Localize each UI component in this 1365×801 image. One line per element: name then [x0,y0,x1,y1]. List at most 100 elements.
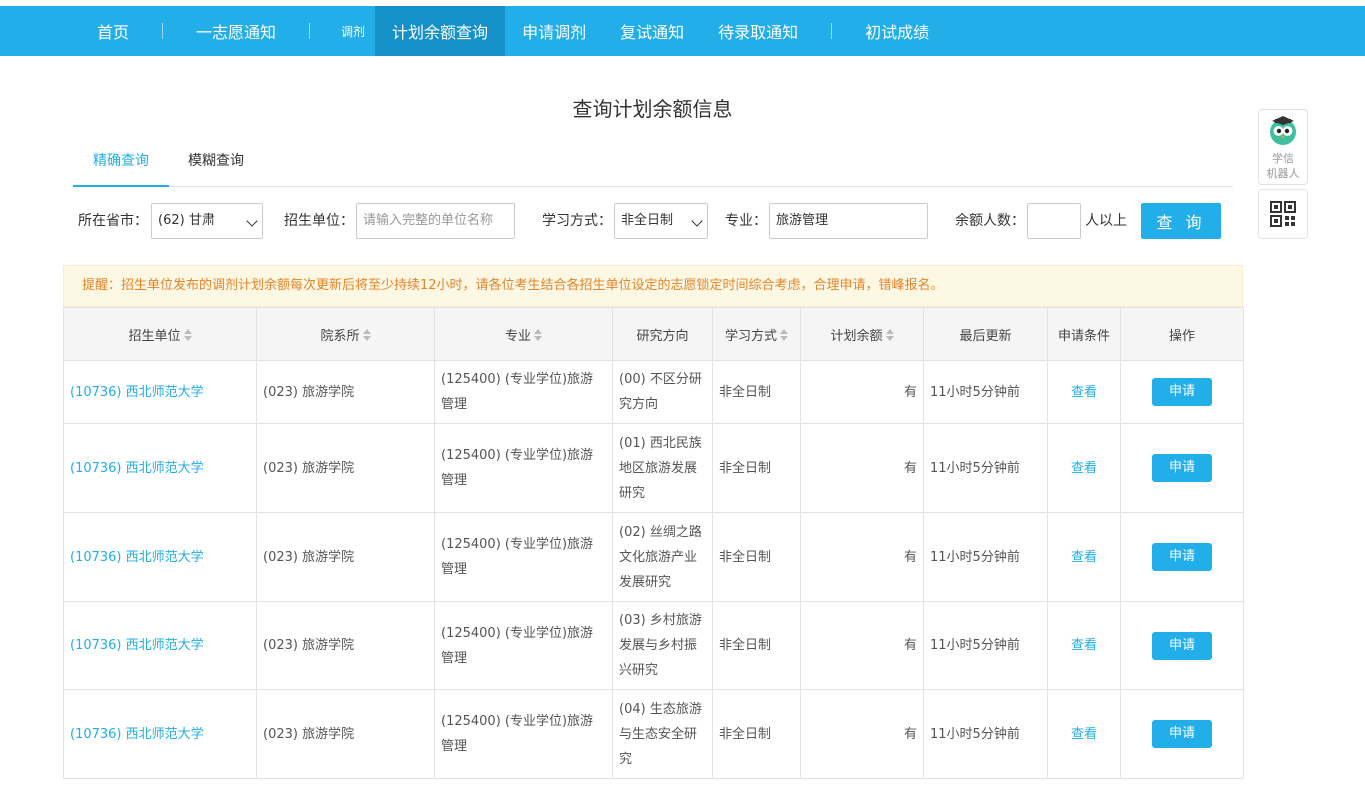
quota-cell: 有 [800,423,924,513]
header-unit-label: 招生单位 [128,328,181,344]
department-cell: (023) 旅游学院 [256,423,435,513]
unit-link[interactable]: (10736) 西北师范大学 [63,512,257,602]
updated-cell: 11小时5分钟前 [923,601,1048,690]
sort-icon[interactable] [780,328,788,341]
sort-icon[interactable] [885,328,894,341]
conditions-cell: 查看 [1047,601,1121,690]
header-quota[interactable]: 计划余额 [800,307,924,361]
view-conditions-link[interactable]: 查看 [1071,550,1097,565]
robot-owl-icon [1270,116,1296,145]
province-select-value: (62) 甘肃 [158,213,215,228]
apply-button[interactable]: 申请 [1152,631,1212,660]
nav-home[interactable]: 首页 [80,6,146,56]
unit-input[interactable]: 请输入完整的单位名称 [356,203,515,239]
department-cell: (023) 旅游学院 [256,360,435,424]
header-department[interactable]: 院系所 [256,307,435,361]
unit-link[interactable]: (10736) 西北师范大学 [63,601,257,690]
conditions-cell: 查看 [1047,360,1121,424]
tab-exact-query[interactable]: 精确查询 [73,140,169,187]
nav-adjust-label: 调剂 [341,24,366,39]
sort-icon[interactable] [534,328,542,341]
study-mode-select-value: 非全日制 [621,213,674,228]
quota-cell: 有 [800,689,924,779]
qr-code-widget[interactable] [1258,189,1308,239]
unit-label: 招生单位： [284,213,354,229]
nav-pending-admission[interactable]: 待录取通知 [701,6,815,56]
table-header-row: 招生单位 院系所 专业 研究方向 学习方式 计划余额 最后更新 申请条件 操作 [63,307,1244,361]
table-row: (10736) 西北师范大学 (023) 旅游学院 (125400) (专业学位… [63,601,1244,690]
robot-label-line2: 机器人 [1266,167,1300,180]
direction-cell: (04) 生态旅游与生态安全研究 [612,689,713,779]
quota-result-table: 招生单位 院系所 专业 研究方向 学习方式 计划余额 最后更新 申请条件 操作 … [63,307,1244,779]
chevron-down-icon [246,215,258,227]
view-conditions-link[interactable]: 查看 [1071,461,1097,476]
search-button[interactable]: 查 询 [1141,203,1221,239]
province-label: 所在省市： [78,213,148,229]
mode-cell: 非全日制 [712,601,801,690]
xuexin-robot-widget[interactable]: 学信 机器人 [1258,109,1308,185]
header-department-label: 院系所 [320,328,360,344]
nav-initial-scores[interactable]: 初试成绩 [848,6,946,56]
quota-count-input[interactable] [1027,203,1081,239]
view-conditions-link[interactable]: 查看 [1071,385,1097,400]
table-row: (10736) 西北师范大学 (023) 旅游学院 (125400) (专业学位… [63,423,1244,513]
quota-cell: 有 [800,512,924,602]
department-cell: (023) 旅游学院 [256,689,435,779]
table-row: (10736) 西北师范大学 (023) 旅游学院 (125400) (专业学位… [63,689,1244,779]
sort-icon[interactable] [362,328,371,341]
major-cell: (125400) (专业学位)旅游管理 [434,360,613,424]
updated-cell: 11小时5分钟前 [923,689,1048,779]
quota-cell: 有 [800,601,924,690]
view-conditions-link[interactable]: 查看 [1071,638,1097,653]
quota-label: 余额人数： [955,213,1025,229]
apply-button[interactable]: 申请 [1152,454,1212,482]
action-cell: 申请 [1120,689,1244,779]
mode-cell: 非全日制 [712,512,801,602]
nav-divider [162,23,164,39]
study-mode-label: 学习方式： [542,213,612,229]
apply-button[interactable]: 申请 [1152,720,1212,748]
unit-link[interactable]: (10736) 西北师范大学 [63,360,257,424]
nav-apply-adjust[interactable]: 申请调剂 [505,6,603,56]
nav-quota-query[interactable]: 计划余额查询 [375,6,506,56]
apply-button[interactable]: 申请 [1152,378,1212,406]
action-cell: 申请 [1120,423,1244,513]
query-tabs: 精确查询 模糊查询 [73,140,1233,187]
header-major[interactable]: 专业 [434,307,613,361]
unit-link[interactable]: (10736) 西北师范大学 [63,423,257,513]
nav-divider [309,23,311,39]
view-conditions-link[interactable]: 查看 [1071,727,1097,742]
major-cell: (125400) (专业学位)旅游管理 [434,512,613,602]
major-input[interactable]: 旅游管理 [769,203,928,239]
unit-link[interactable]: (10736) 西北师范大学 [63,689,257,779]
header-direction: 研究方向 [612,307,713,361]
action-cell: 申请 [1120,360,1244,424]
mode-cell: 非全日制 [712,423,801,513]
header-mode[interactable]: 学习方式 [712,307,801,361]
tab-fuzzy-query[interactable]: 模糊查询 [179,140,253,187]
province-select[interactable]: (62) 甘肃 [151,203,263,239]
header-updated: 最后更新 [923,307,1048,361]
header-action: 操作 [1120,307,1244,361]
direction-cell: (01) 西北民族地区旅游发展研究 [612,423,713,513]
major-cell: (125400) (专业学位)旅游管理 [434,689,613,779]
action-cell: 申请 [1120,512,1244,602]
table-row: (10736) 西北师范大学 (023) 旅游学院 (125400) (专业学位… [63,360,1244,424]
header-major-label: 专业 [504,328,531,344]
apply-button[interactable]: 申请 [1152,543,1212,571]
study-mode-select[interactable]: 非全日制 [614,203,708,239]
header-unit[interactable]: 招生单位 [63,307,257,361]
mode-cell: 非全日制 [712,360,801,424]
main-nav: 首页 一志愿通知 调剂 计划余额查询 申请调剂 复试通知 待录取通知 初试成绩 [80,6,946,56]
nav-retest-notice[interactable]: 复试通知 [603,6,701,56]
direction-cell: (03) 乡村旅游发展与乡村振兴研究 [612,601,713,690]
nav-first-choice-notice[interactable]: 一志愿通知 [179,6,293,56]
page-title: 查询计划余额信息 [572,97,733,121]
action-cell: 申请 [1120,601,1244,690]
direction-cell: (02) 丝绸之路文化旅游产业发展研究 [612,512,713,602]
top-nav-bar: 首页 一志愿通知 调剂 计划余额查询 申请调剂 复试通知 待录取通知 初试成绩 [0,6,1365,56]
header-conditions: 申请条件 [1047,307,1121,361]
updated-cell: 11小时5分钟前 [923,423,1048,513]
sort-icon[interactable] [183,328,192,341]
quota-suffix-label: 人以上 [1085,213,1127,229]
